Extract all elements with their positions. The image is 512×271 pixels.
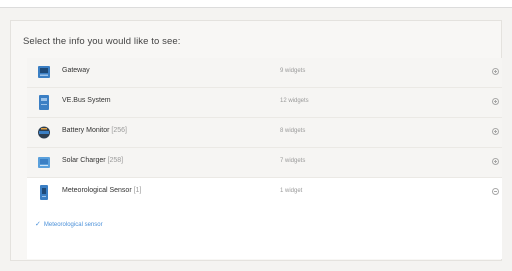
collapse-minus-icon[interactable] [492, 188, 499, 195]
device-name: Gateway [62, 67, 90, 74]
widget-option-label: Meteorological sensor [43, 222, 103, 228]
expand-plus-icon[interactable] [492, 158, 499, 165]
device-row-battery-monitor[interactable]: Battery Monitor [256] 8 widgets [27, 118, 502, 148]
solar-charger-icon [38, 157, 50, 168]
device-name: VE.Bus System [62, 97, 111, 104]
widget-count: 9 widgets [280, 68, 306, 74]
widget-count: 7 widgets [280, 158, 306, 164]
gateway-icon [38, 66, 50, 78]
checkmark-icon: ✓ [35, 221, 41, 228]
device-name: Solar Charger [258] [62, 157, 124, 164]
widget-count: 12 widgets [280, 98, 309, 104]
expanded-widget-list: ✓ Meteorological sensor [27, 207, 502, 259]
expand-plus-icon[interactable] [492, 68, 499, 75]
expand-plus-icon[interactable] [492, 128, 499, 135]
device-list: Gateway 9 widgets VE.Bus System 12 widge… [27, 58, 502, 259]
sensor-icon [40, 185, 48, 200]
widget-option-meteorological-sensor[interactable]: ✓ Meteorological sensor [35, 220, 103, 228]
widget-selection-panel: Select the info you would like to see: G… [10, 20, 502, 261]
device-row-gateway[interactable]: Gateway 9 widgets [27, 58, 502, 88]
device-row-meteorological-sensor[interactable]: Meteorological Sensor [1] 1 widget [27, 178, 502, 207]
device-row-solar-charger[interactable]: Solar Charger [258] 7 widgets [27, 148, 502, 178]
inverter-icon [39, 95, 49, 110]
expand-plus-icon[interactable] [492, 98, 499, 105]
device-name: Meteorological Sensor [1] [62, 187, 142, 194]
top-bar [0, 0, 512, 8]
widget-count: 8 widgets [280, 128, 306, 134]
widget-count: 1 widget [280, 188, 303, 194]
panel-heading: Select the info you would like to see: [23, 36, 181, 47]
battery-monitor-icon [38, 126, 50, 139]
device-row-ve-bus-system[interactable]: VE.Bus System 12 widgets [27, 88, 502, 118]
device-name: Battery Monitor [256] [62, 127, 127, 134]
